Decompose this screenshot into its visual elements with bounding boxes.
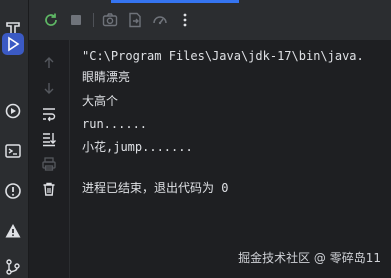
watermark: 掘金技术社区 @ 零碎岛11	[238, 251, 381, 265]
terminal-icon[interactable]	[2, 140, 24, 162]
console-line: 大高个	[82, 94, 119, 108]
run-icon[interactable]	[2, 33, 24, 55]
more-icon[interactable]	[175, 10, 195, 30]
warning-icon[interactable]	[2, 220, 24, 242]
stop-icon[interactable]	[66, 10, 86, 30]
problems-icon[interactable]	[2, 180, 24, 202]
run-toolbar	[29, 0, 391, 40]
export-icon[interactable]	[125, 10, 145, 30]
rerun-icon[interactable]	[41, 10, 61, 30]
tool-window-strip	[0, 0, 29, 278]
console-line: 小花,jump.......	[82, 140, 193, 154]
settings-icon[interactable]	[150, 10, 170, 30]
console-line: 眼睛漂亮	[82, 70, 131, 84]
console-line: "C:\Program Files\Java\jdk-17\bin\java.	[82, 49, 364, 63]
console-line: run......	[82, 117, 148, 131]
down-arrow-icon[interactable]	[39, 78, 59, 98]
print-icon[interactable]	[39, 154, 59, 174]
camera-icon[interactable]	[100, 10, 120, 30]
scroll-to-end-icon[interactable]	[39, 129, 59, 149]
console-output[interactable]: "C:\Program Files\Java\jdk-17\bin\java. …	[82, 44, 391, 244]
git-icon[interactable]	[2, 256, 24, 278]
trash-icon[interactable]	[39, 179, 59, 199]
up-arrow-icon[interactable]	[39, 53, 59, 73]
toolbar-separator	[93, 13, 94, 27]
console-gutter	[29, 40, 70, 278]
process-exit-message: 进程已结束，退出代码为 0	[82, 181, 229, 195]
services-icon[interactable]	[2, 100, 24, 122]
soft-wrap-icon[interactable]	[39, 104, 59, 124]
active-tab-indicator	[111, 0, 239, 3]
